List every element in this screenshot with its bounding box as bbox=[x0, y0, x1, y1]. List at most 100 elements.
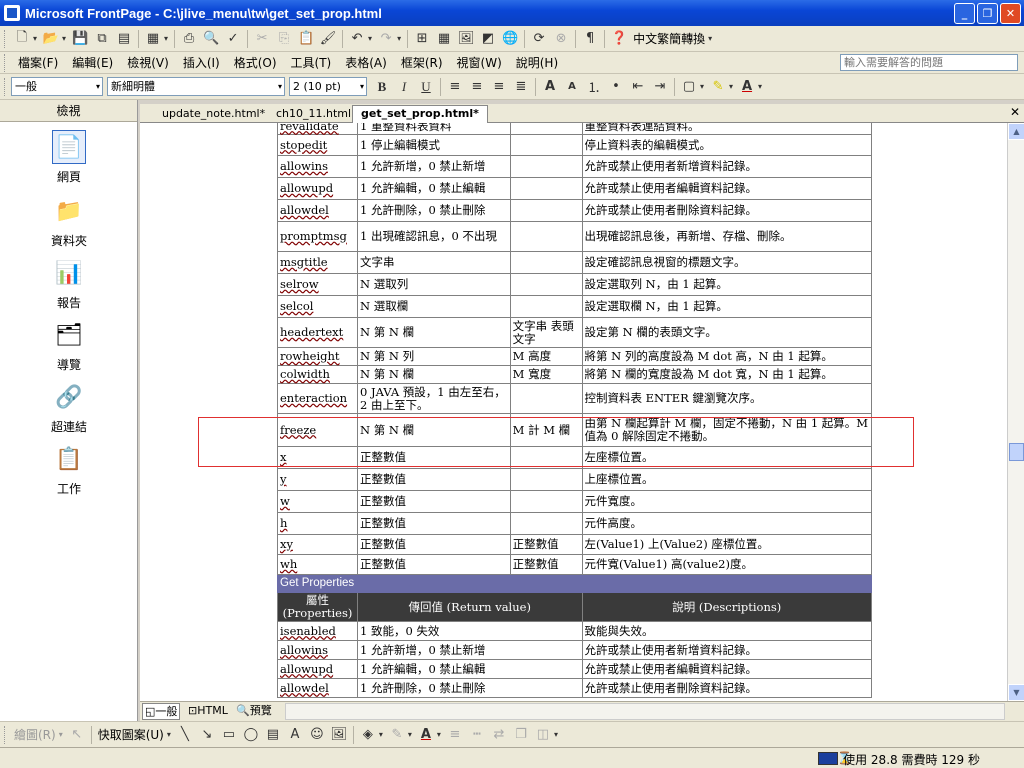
line-color-icon[interactable]: ✎ bbox=[387, 725, 407, 745]
draw-menu-button[interactable]: 繪圖(R) bbox=[14, 726, 56, 743]
drawbar-grip[interactable] bbox=[4, 725, 7, 744]
new-page-icon[interactable]: 🗋 bbox=[12, 29, 32, 49]
font-size-select[interactable]: 2 (10 pt) ▾ bbox=[289, 77, 367, 96]
drawing-icon[interactable]: ◩ bbox=[478, 29, 498, 49]
print-preview-icon[interactable]: 🔍 bbox=[201, 29, 221, 49]
horizontal-scrollbar[interactable] bbox=[285, 703, 1005, 720]
menu-tools[interactable]: 工具(T) bbox=[284, 54, 339, 71]
menu-help[interactable]: 說明(H) bbox=[509, 54, 565, 71]
view-hyperlinks[interactable]: 🔗 超連結 bbox=[0, 380, 138, 435]
insert-table-icon[interactable]: ▦ bbox=[434, 29, 454, 49]
save-icon[interactable]: 💾 bbox=[70, 29, 90, 49]
tab-html-view[interactable]: ⊡HTML bbox=[186, 703, 230, 720]
print-icon[interactable]: ⎙ bbox=[179, 29, 199, 49]
tab-normal-view[interactable]: ◱一般 bbox=[142, 703, 181, 720]
web-component-icon[interactable]: ⊞ bbox=[412, 29, 432, 49]
decrease-font-icon[interactable]: A bbox=[562, 77, 582, 97]
paste-icon[interactable]: 📋 bbox=[296, 29, 316, 49]
arrow-style-icon[interactable]: ⇄ bbox=[489, 725, 509, 745]
select-objects-icon[interactable]: ↖ bbox=[67, 725, 87, 745]
align-center-icon[interactable]: ≡ bbox=[467, 77, 487, 97]
tab-update-note[interactable]: update_note.html* bbox=[154, 106, 273, 123]
maximize-button[interactable]: ❐ bbox=[977, 3, 998, 24]
redo-icon[interactable]: ↷ bbox=[376, 29, 396, 49]
publish-icon[interactable]: ⧉ bbox=[92, 29, 112, 49]
arrow-icon[interactable]: ↘ bbox=[197, 725, 217, 745]
font-select[interactable]: 新細明體 ▾ bbox=[107, 77, 285, 96]
vertical-scrollbar[interactable]: ▲ ▼ bbox=[1007, 123, 1024, 701]
toolbar-grip[interactable] bbox=[4, 29, 7, 48]
borders-icon[interactable]: ▢ bbox=[679, 77, 699, 97]
menu-format[interactable]: 格式(O) bbox=[227, 54, 284, 71]
view-page[interactable]: 📄 網頁 bbox=[0, 130, 138, 185]
bullets-icon[interactable]: • bbox=[606, 77, 626, 97]
decrease-indent-icon[interactable]: ⇤ bbox=[628, 77, 648, 97]
line-icon[interactable]: ╲ bbox=[175, 725, 195, 745]
font-color-icon[interactable]: A bbox=[737, 77, 757, 97]
refresh-icon[interactable]: ⟳ bbox=[529, 29, 549, 49]
close-document-icon[interactable]: ✕ bbox=[1010, 105, 1020, 119]
italic-button[interactable]: I bbox=[394, 77, 414, 97]
scroll-thumb[interactable] bbox=[1009, 443, 1024, 461]
insert-picture-icon[interactable]: 🖼 bbox=[456, 29, 476, 49]
copy-icon[interactable]: ⎘ bbox=[274, 29, 294, 49]
menu-frames[interactable]: 框架(R) bbox=[394, 54, 450, 71]
tab-get-set-prop[interactable]: get_set_prop.html* bbox=[352, 105, 488, 124]
rectangle-icon[interactable]: ▭ bbox=[219, 725, 239, 745]
increase-indent-icon[interactable]: ⇥ bbox=[650, 77, 670, 97]
3d-icon[interactable]: ◫ bbox=[533, 725, 553, 745]
menu-edit[interactable]: 編輯(E) bbox=[65, 54, 120, 71]
textbox-icon[interactable]: ▤ bbox=[263, 725, 283, 745]
wordart-icon[interactable]: A bbox=[285, 725, 305, 745]
menu-window[interactable]: 視窗(W) bbox=[450, 54, 509, 71]
oval-icon[interactable]: ◯ bbox=[241, 725, 261, 745]
menubar-grip[interactable] bbox=[4, 53, 7, 72]
folder-list-icon[interactable]: ▤ bbox=[114, 29, 134, 49]
draw-font-color-icon[interactable]: A bbox=[416, 725, 436, 745]
scroll-up-icon[interactable]: ▲ bbox=[1008, 123, 1024, 140]
menu-insert[interactable]: 插入(I) bbox=[176, 54, 227, 71]
undo-icon[interactable]: ↶ bbox=[347, 29, 367, 49]
menu-file[interactable]: 檔案(F) bbox=[11, 54, 65, 71]
shadow-icon[interactable]: ❐ bbox=[511, 725, 531, 745]
numbering-icon[interactable]: ⒈ bbox=[584, 77, 604, 97]
style-select[interactable]: 一般 ▾ bbox=[11, 77, 103, 96]
view-reports[interactable]: 📊 報告 bbox=[0, 256, 138, 311]
highlight-icon[interactable]: ✎ bbox=[708, 77, 728, 97]
fill-color-icon[interactable]: ◈ bbox=[358, 725, 378, 745]
minimize-button[interactable]: _ bbox=[954, 3, 975, 24]
close-button[interactable]: ✕ bbox=[1000, 3, 1021, 24]
justify-icon[interactable]: ≣ bbox=[511, 77, 531, 97]
page-editor[interactable]: revalidate 1 重整資料表資料 重整資料表連結資料。 stopedit 1 停… bbox=[140, 123, 1007, 701]
translate-button[interactable]: 中文繁簡轉換 bbox=[633, 30, 705, 47]
stop-icon[interactable]: ⊗ bbox=[551, 29, 571, 49]
menu-table[interactable]: 表格(A) bbox=[338, 54, 394, 71]
increase-font-icon[interactable]: A bbox=[540, 77, 560, 97]
picture-icon[interactable]: 🖼 bbox=[329, 725, 349, 745]
autoshapes-button[interactable]: 快取圖案(U) bbox=[98, 726, 164, 743]
line-style-icon[interactable]: ≡ bbox=[445, 725, 465, 745]
clipart-icon[interactable]: ☺ bbox=[307, 725, 327, 745]
align-right-icon[interactable]: ≡ bbox=[489, 77, 509, 97]
scroll-down-icon[interactable]: ▼ bbox=[1008, 684, 1024, 701]
format-painter-icon[interactable]: 🖌 bbox=[318, 29, 338, 49]
dash-style-icon[interactable]: ┅ bbox=[467, 725, 487, 745]
underline-button[interactable]: U bbox=[416, 77, 436, 97]
hyperlink-icon[interactable]: 🌐 bbox=[500, 29, 520, 49]
spelling-icon[interactable]: ✓ bbox=[223, 29, 243, 49]
bold-button[interactable]: B bbox=[372, 77, 392, 97]
show-all-icon[interactable]: ¶ bbox=[580, 29, 600, 49]
cut-icon[interactable]: ✂ bbox=[252, 29, 272, 49]
help-icon[interactable]: ❓ bbox=[609, 29, 629, 49]
help-question-input[interactable]: 輸入需要解答的問題 bbox=[840, 54, 1018, 71]
align-left-icon[interactable]: ≡ bbox=[445, 77, 465, 97]
tab-ch10-11[interactable]: ch10_11.html bbox=[268, 106, 359, 123]
view-folders[interactable]: 📁 資料夾 bbox=[0, 194, 138, 249]
open-icon[interactable]: 📂 bbox=[41, 29, 61, 49]
view-navigation[interactable]: 🗂 導覽 bbox=[0, 318, 138, 373]
tab-preview-view[interactable]: 🔍預覽 bbox=[234, 703, 274, 720]
menu-view[interactable]: 檢視(V) bbox=[120, 54, 176, 71]
views-toggle-icon[interactable]: ▦ bbox=[143, 29, 163, 49]
format-grip[interactable] bbox=[4, 77, 7, 96]
view-tasks[interactable]: 📋 工作 bbox=[0, 442, 138, 497]
